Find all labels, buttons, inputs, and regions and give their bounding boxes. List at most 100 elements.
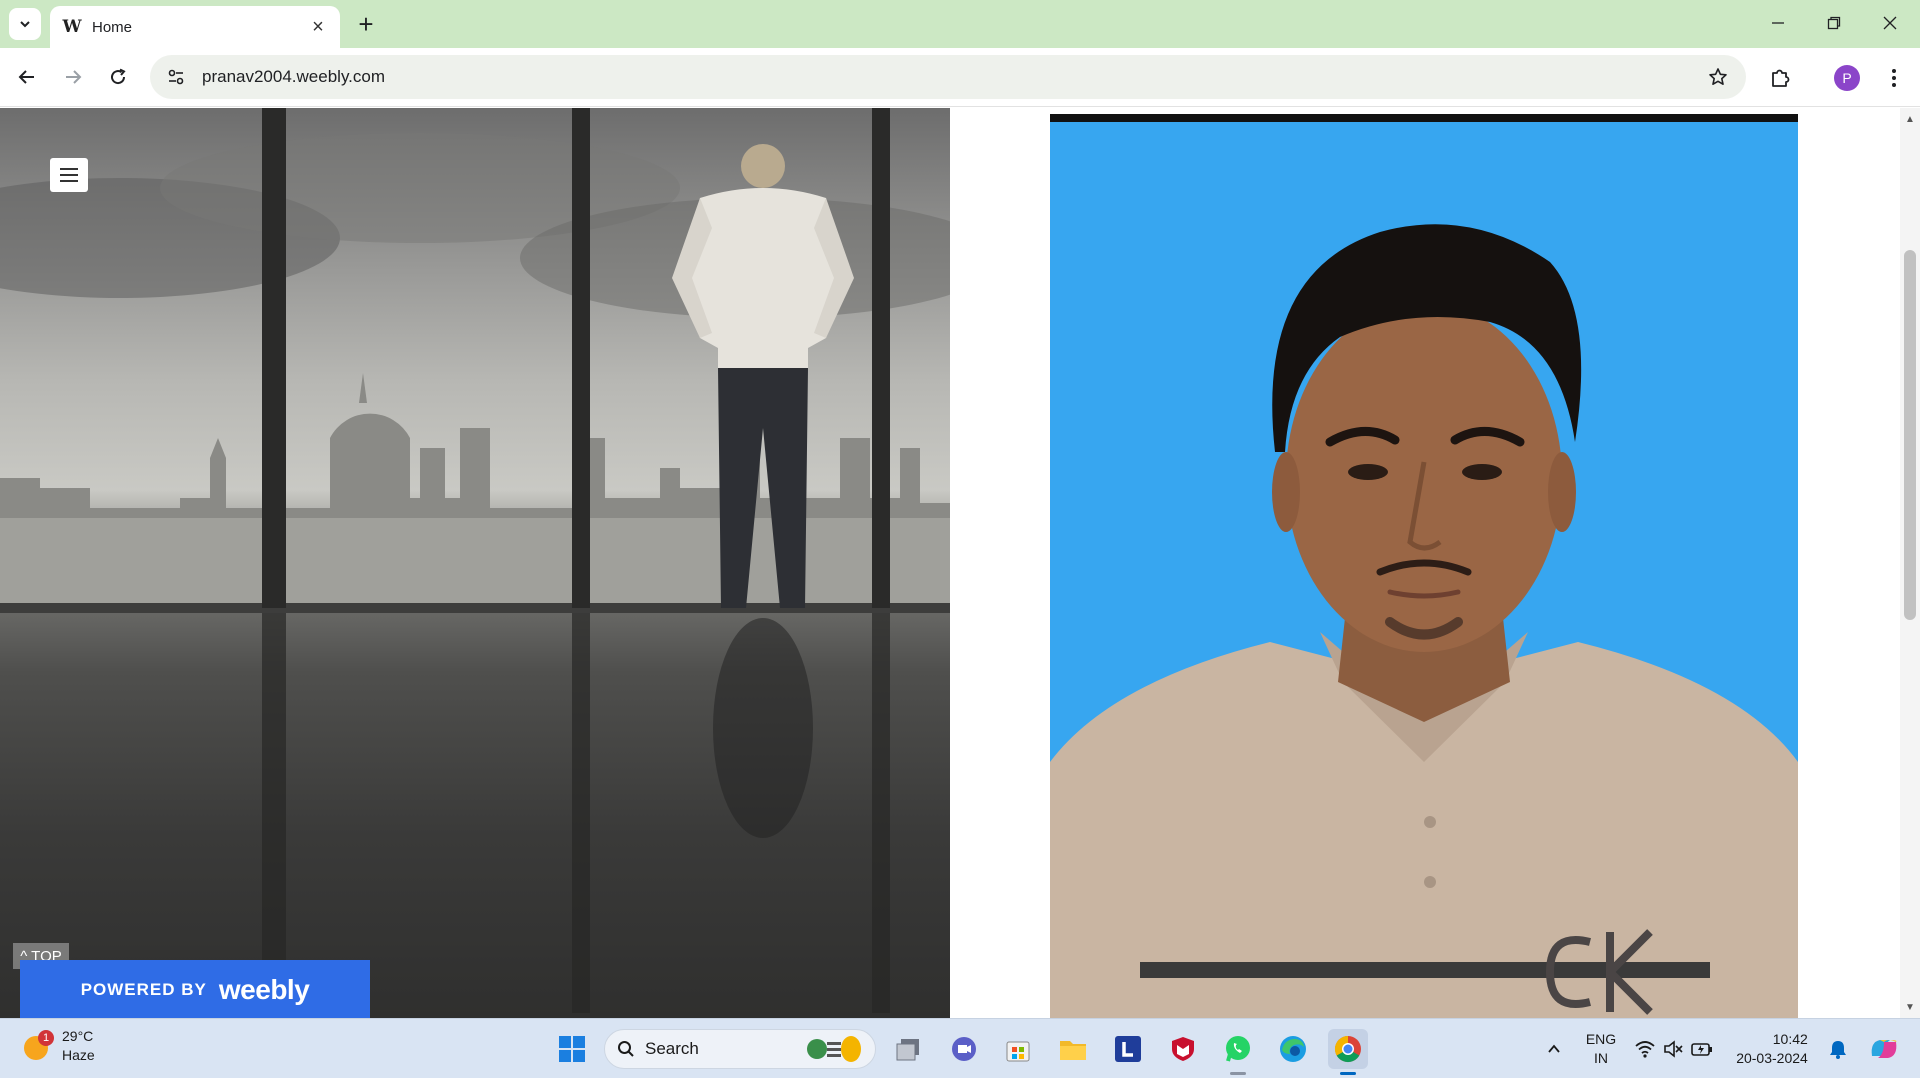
browser-toolbar: pranav2004.weebly.com P: [0, 48, 1920, 107]
bell-icon: [1830, 1041, 1846, 1059]
new-tab-button[interactable]: +: [352, 9, 380, 39]
chevron-up-icon: [1548, 1044, 1560, 1053]
arrow-left-icon: [18, 70, 34, 84]
l-app-button[interactable]: [1108, 1029, 1148, 1069]
powered-by-weebly-banner[interactable]: POWERED BY weebly: [20, 960, 370, 1018]
store-icon: [1006, 1041, 1030, 1062]
powered-by-label: POWERED BY: [80, 980, 207, 999]
quick-settings-button[interactable]: [1632, 1019, 1716, 1079]
clock-date: 20-03-2024: [1736, 1050, 1808, 1066]
profile-photo: [1050, 114, 1798, 1018]
avatar: P: [1834, 65, 1860, 91]
more-vertical-icon: [1892, 69, 1896, 87]
minimize-button[interactable]: [1750, 0, 1806, 46]
region-code: IN: [1594, 1050, 1608, 1066]
browser-tab-bar: W Home × +: [0, 0, 1920, 48]
copilot-button[interactable]: [1862, 1019, 1906, 1079]
language-indicator[interactable]: ENG IN: [1576, 1019, 1626, 1079]
close-window-button[interactable]: [1862, 0, 1918, 46]
folder-icon: [1060, 1041, 1086, 1060]
menu-icon-bar: [60, 180, 78, 182]
speaker-muted-icon: [1664, 1040, 1683, 1058]
search-highlight-icon: [807, 1036, 861, 1062]
url-text[interactable]: pranav2004.weebly.com: [202, 67, 1698, 87]
weather-temperature: 29°C: [62, 1028, 94, 1044]
file-explorer-button[interactable]: [1053, 1029, 1093, 1069]
reload-button[interactable]: [101, 60, 135, 94]
weather-text: 29°C Haze: [62, 1027, 95, 1065]
hero-image: ^ TOP POWERED BY weebly: [0, 108, 950, 1018]
clock-time: 10:42: [1772, 1031, 1808, 1047]
star-icon: [1709, 68, 1727, 85]
start-button[interactable]: [552, 1029, 592, 1069]
clock[interactable]: 10:42 20-03-2024: [1724, 1019, 1820, 1079]
bookmark-star-button[interactable]: [1698, 57, 1738, 97]
tab-title: Home: [92, 18, 133, 36]
browser-menu-button[interactable]: [1876, 60, 1912, 96]
edge-icon: [1280, 1036, 1306, 1062]
puzzle-icon: [1772, 69, 1790, 87]
tune-icon: [168, 69, 184, 85]
task-view-button[interactable]: [889, 1029, 929, 1069]
edge-button[interactable]: [1273, 1029, 1313, 1069]
scroll-down-arrow-icon[interactable]: ▼: [1900, 998, 1920, 1016]
menu-icon-bar: [60, 174, 78, 176]
weather-condition: Haze: [62, 1047, 95, 1063]
show-hidden-icons-button[interactable]: [1538, 1019, 1570, 1079]
wifi-icon: [1635, 1041, 1655, 1058]
language-code: ENG: [1585, 1031, 1617, 1047]
weebly-logo: weebly: [218, 974, 310, 1005]
running-indicator: [1230, 1072, 1246, 1075]
scroll-thumb[interactable]: [1904, 250, 1916, 620]
scroll-up-arrow-icon[interactable]: ▲: [1900, 110, 1920, 128]
notification-badge: 1: [38, 1030, 54, 1046]
battery-icon: [1691, 1043, 1712, 1056]
copilot-icon: [1871, 1040, 1897, 1058]
shield-icon: [1172, 1037, 1194, 1061]
reload-icon: [111, 68, 126, 85]
clock-text: 10:42 20-03-2024: [1736, 1030, 1808, 1068]
search-icon: [618, 1041, 634, 1057]
taskbar-search-box[interactable]: Search: [604, 1029, 876, 1069]
task-view-icon: [896, 1039, 919, 1061]
site-info-button[interactable]: [156, 57, 196, 97]
hero-scene-illustration: [0, 108, 950, 1013]
portrait-illustration: [1050, 224, 1798, 1018]
weather-widget[interactable]: 1 29°C Haze: [20, 1027, 95, 1065]
weather-sun-icon: 1: [20, 1030, 54, 1062]
language-text: ENG IN: [1586, 1030, 1616, 1068]
restore-button[interactable]: [1806, 0, 1862, 46]
forward-button[interactable]: [56, 60, 90, 94]
chevron-down-icon: [20, 21, 30, 28]
search-label: Search: [645, 1039, 699, 1058]
extensions-button[interactable]: [1762, 60, 1798, 96]
tab-search-button[interactable]: [9, 8, 41, 40]
restore-icon: [1827, 16, 1841, 30]
minimize-icon: [1772, 22, 1784, 24]
mcafee-button[interactable]: [1163, 1029, 1203, 1069]
windows-taskbar: 1 29°C Haze Search ENG IN 10:42 20-03-20…: [0, 1018, 1920, 1078]
page-scrollbar[interactable]: ▲ ▼: [1900, 108, 1920, 1018]
teams-chat-button[interactable]: [944, 1029, 984, 1069]
arrow-right-icon: [66, 70, 82, 84]
windows-logo-icon: [559, 1036, 585, 1062]
video-chat-icon: [952, 1037, 976, 1061]
weebly-favicon-icon: W: [62, 17, 82, 37]
microsoft-store-button[interactable]: [998, 1029, 1038, 1069]
active-app-indicator: [1340, 1072, 1356, 1075]
address-bar[interactable]: pranav2004.weebly.com: [150, 55, 1746, 99]
close-tab-icon[interactable]: ×: [308, 16, 328, 38]
close-icon: [1883, 16, 1897, 30]
hamburger-menu-button[interactable]: [50, 158, 88, 192]
chrome-icon: [1334, 1035, 1361, 1063]
back-button[interactable]: [10, 60, 44, 94]
l-app-icon: [1115, 1036, 1141, 1062]
profile-button[interactable]: P: [1829, 60, 1865, 96]
menu-icon-bar: [60, 168, 78, 170]
whatsapp-button[interactable]: [1218, 1029, 1258, 1075]
page-viewport: ^ TOP POWERED BY weebly ▲ ▼: [0, 108, 1920, 1018]
chrome-button[interactable]: [1328, 1029, 1368, 1075]
notification-center-button[interactable]: [1822, 1019, 1854, 1079]
whatsapp-icon: [1226, 1036, 1250, 1062]
browser-tab-home[interactable]: W Home ×: [50, 6, 340, 48]
